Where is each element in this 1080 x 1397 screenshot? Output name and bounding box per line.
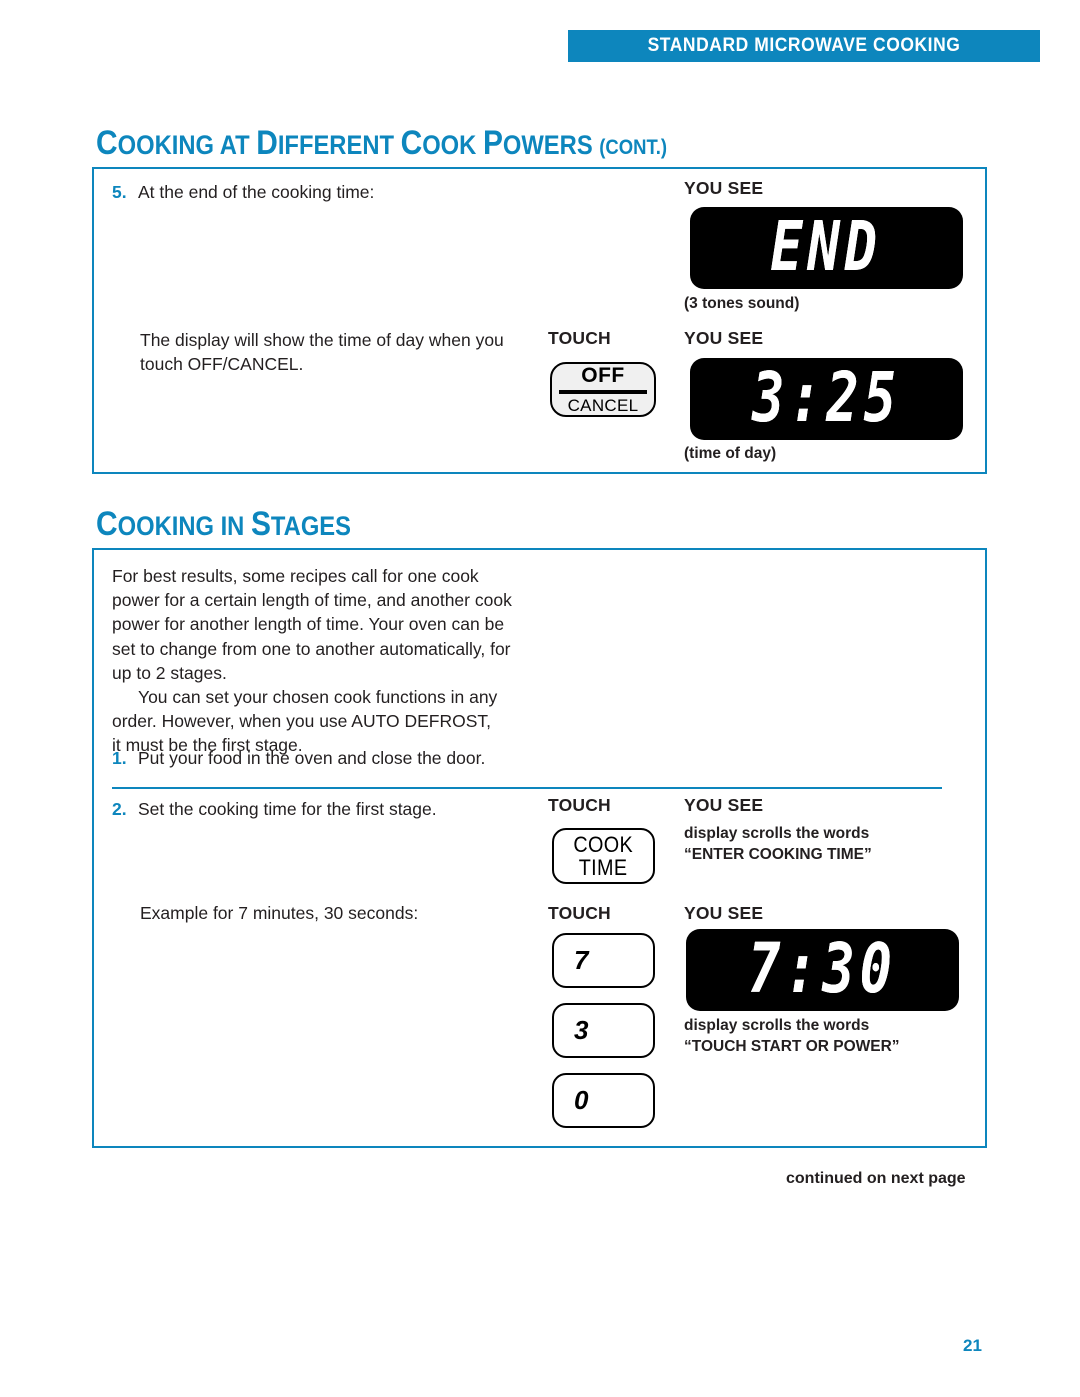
- page-title-cook-powers: COOKING AT DIFFERENT COOK POWERS (CONT.): [96, 124, 667, 163]
- title-word-3: OOK: [422, 130, 483, 160]
- off-cancel-note-line-2: touch OFF/CANCEL.: [140, 354, 304, 374]
- continued-on-next-page-note: continued on next page: [786, 1170, 966, 1187]
- step-2-row: 2. Set the cooking time for the first st…: [112, 797, 562, 821]
- digit-0-button[interactable]: 0: [552, 1073, 655, 1128]
- step-5-row: 5. At the end of the cooking time:: [112, 180, 532, 204]
- step-2-number: 2.: [112, 799, 127, 819]
- off-cancel-button-cancel-label: CANCEL: [567, 396, 639, 415]
- lcd-display-seven-thirty-value: 7:30: [748, 929, 897, 1010]
- scroll-note-1-line-2: “ENTER COOKING TIME”: [684, 846, 872, 863]
- stages-title-word-2: TAGES: [270, 511, 352, 541]
- step-1-number: 1.: [112, 748, 127, 768]
- step-5-text: At the end of the cooking time:: [138, 182, 375, 202]
- caption-time-of-day: (time of day): [684, 445, 777, 462]
- stages-paragraph-1-line-3: power for another length of time. Your o…: [112, 614, 505, 635]
- title-cap-2: D: [256, 124, 278, 162]
- you-see-label-enter-cooking-time: YOU SEE: [684, 795, 764, 815]
- stages-title-word-1: OOKING IN: [117, 511, 251, 541]
- stages-paragraph-1-line-1: For best results, some recipes call for …: [112, 566, 479, 586]
- page-number: 21: [963, 1336, 982, 1355]
- cook-time-button-line-1: COOK: [573, 831, 634, 857]
- stages-title-cap-1: C: [96, 505, 118, 543]
- step-2-text: Set the cooking time for the first stage…: [138, 799, 437, 819]
- step-1-row: 1. Put your food in the oven and close t…: [112, 746, 562, 770]
- stages-paragraph-1-line-2: power for a certain length of time, and …: [112, 590, 512, 611]
- title-word-4: OWERS: [502, 130, 600, 160]
- scroll-note-1-line-1: display scrolls the words: [684, 825, 870, 842]
- title-cap-4: P: [482, 124, 503, 162]
- step-5-number: 5.: [112, 182, 127, 202]
- stages-paragraph-2-line-2: order. However, when you use AUTO DEFROS…: [112, 711, 492, 732]
- digit-3-button[interactable]: 3: [552, 1003, 655, 1058]
- page-title-cooking-in-stages: COOKING IN STAGES: [96, 505, 351, 544]
- example-text: Example for 7 minutes, 30 seconds:: [140, 903, 419, 923]
- cook-time-button[interactable]: COOK TIME: [552, 828, 655, 884]
- lcd-display-end-value: END: [770, 207, 883, 288]
- title-cap-3: C: [400, 124, 423, 162]
- step-1-text: Put your food in the oven and close the …: [138, 748, 486, 768]
- off-cancel-button[interactable]: OFF CANCEL: [550, 362, 656, 417]
- scroll-note-2-line-2: “TOUCH START OR POWER”: [684, 1038, 900, 1055]
- lcd-display-end: END: [690, 207, 963, 289]
- touch-label-off-cancel: TOUCH: [548, 328, 611, 348]
- touch-label-cook-time: TOUCH: [548, 795, 611, 815]
- stages-paragraph-1: For best results, some recipes call for …: [112, 564, 552, 685]
- scroll-note-2-line-1: display scrolls the words: [684, 1017, 870, 1034]
- off-cancel-note-line-1: The display will show the time of day wh…: [140, 330, 504, 350]
- you-see-label-end: YOU SEE: [684, 178, 764, 198]
- digit-7-button[interactable]: 7: [552, 933, 655, 988]
- stages-paragraph-1-line-5: up to 2 stages.: [112, 662, 227, 683]
- you-see-label-time-of-day: YOU SEE: [684, 328, 764, 348]
- caption-3-tones-sound: (3 tones sound): [684, 295, 800, 312]
- title-cont-suffix: (CONT.): [599, 136, 668, 159]
- stages-paragraph-1-line-4: set to change from one to another automa…: [112, 638, 511, 659]
- scroll-note-enter-cooking-time: display scrolls the words “ENTER COOKING…: [684, 823, 872, 865]
- touch-label-digits: TOUCH: [548, 903, 611, 923]
- off-cancel-button-off-label: OFF: [581, 364, 625, 387]
- you-see-label-seven-thirty: YOU SEE: [684, 903, 764, 923]
- running-header-banner: STANDARD MICROWAVE COOKING: [568, 30, 1040, 62]
- lcd-display-time-of-day-value: 3:25: [752, 358, 901, 439]
- lcd-display-time-of-day: 3:25: [690, 358, 963, 440]
- digit-0-button-label: 0: [574, 1085, 589, 1115]
- title-word-1: OOKING AT: [117, 130, 257, 160]
- lcd-display-seven-thirty: 7:30: [686, 929, 959, 1011]
- scroll-note-touch-start-or-power: display scrolls the words “TOUCH START O…: [684, 1015, 900, 1057]
- cook-time-button-line-2: TIME: [579, 855, 628, 880]
- title-cap-1: C: [96, 124, 118, 162]
- stages-paragraph-2-line-1: You can set your chosen cook functions i…: [138, 687, 498, 707]
- stages-title-cap-2: S: [250, 505, 271, 543]
- divider-between-steps: [112, 787, 942, 789]
- title-word-2: IFFERENT: [277, 130, 401, 160]
- digit-7-button-label: 7: [574, 945, 589, 975]
- digit-3-button-label: 3: [574, 1015, 589, 1045]
- running-header-text: STANDARD MICROWAVE COOKING: [647, 35, 961, 56]
- off-cancel-button-divider: [559, 390, 647, 394]
